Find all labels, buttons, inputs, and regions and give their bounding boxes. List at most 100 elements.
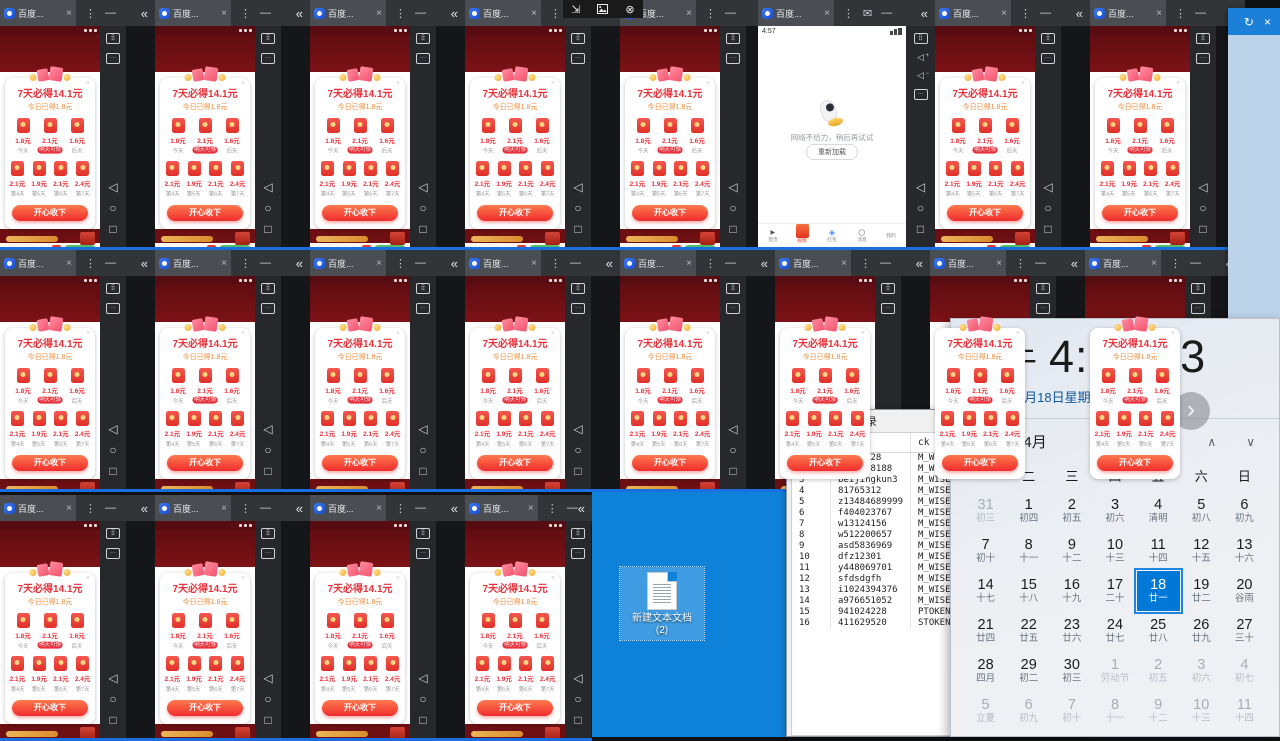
keyboard-icon[interactable]: ⣿ [881,283,895,294]
collapse-sidebar-icon[interactable]: « [296,256,303,271]
android-back-icon[interactable]: ◁ [573,181,582,193]
accept-red-packet-button[interactable]: 开心收下 [947,205,1023,221]
collapse-sidebar-icon[interactable]: « [921,6,928,21]
menu-icon[interactable]: ⋮ [1170,257,1181,270]
minimize-icon[interactable]: — [415,7,426,19]
calendar-day-cell[interactable]: 11 十四 [1223,691,1266,731]
popup-close-icon[interactable]: × [396,80,400,87]
android-recents-icon[interactable]: □ [574,465,581,477]
calendar-day-cell[interactable]: 8 十一 [1093,691,1136,731]
android-home-icon[interactable]: ○ [574,693,581,705]
more-tools-icon[interactable]: ··· [914,89,928,100]
popup-close-icon[interactable]: × [241,575,245,582]
popup-close-icon[interactable]: × [241,80,245,87]
calendar-day-cell[interactable]: 5 初八 [1180,491,1223,531]
android-back-icon[interactable]: ◁ [1043,181,1052,193]
android-back-icon[interactable]: ◁ [263,672,272,684]
calendar-day-cell[interactable]: 2 初五 [1137,651,1180,691]
calendar-day-cell[interactable]: 23 廿六 [1050,611,1093,651]
browser-tab[interactable]: 百度... × [1085,250,1161,276]
tab-close-icon[interactable]: × [66,503,72,514]
more-tools-icon[interactable]: ··· [571,548,585,559]
calendar-day-cell[interactable]: 6 初九 [1007,691,1050,731]
calendar-day-cell[interactable]: 3 初六 [1180,651,1223,691]
accept-red-packet-button[interactable]: 开心收下 [322,205,398,221]
tab-close-icon[interactable]: × [376,503,382,514]
accept-red-packet-button[interactable]: 开心收下 [322,700,398,716]
browser-tab[interactable]: 百度... × [310,495,386,521]
popup-close-icon[interactable]: × [551,330,555,337]
accept-red-packet-button[interactable]: 开心收下 [167,205,243,221]
accept-red-packet-button[interactable]: 开心收下 [12,205,88,221]
retry-button[interactable]: 重新加载 [806,144,858,160]
minimize-icon[interactable]: — [1190,257,1201,269]
calendar-day-cell[interactable]: 27 三十 [1223,611,1266,651]
browser-tab[interactable]: 百度... × [155,0,231,26]
accept-red-packet-button[interactable]: 开心收下 [322,455,398,471]
tab-close-icon[interactable]: × [376,8,382,19]
menu-icon[interactable]: ⋮ [550,257,561,270]
mail-icon[interactable]: ✉ [863,7,872,20]
calendar-day-cell[interactable]: 12 十五 [1180,531,1223,571]
browser-tab[interactable]: 百度... × [155,495,231,521]
android-home-icon[interactable]: ○ [419,693,426,705]
popup-close-icon[interactable]: × [241,330,245,337]
menu-icon[interactable]: ⋮ [85,502,96,515]
accept-red-packet-button[interactable]: 开心收下 [167,455,243,471]
android-back-icon[interactable]: ◁ [263,423,272,435]
android-back-icon[interactable]: ◁ [418,672,427,684]
calendar-day-cell[interactable]: 5 立夏 [964,691,1007,731]
android-recents-icon[interactable]: □ [419,223,426,235]
accept-red-packet-button[interactable]: 开心收下 [12,455,88,471]
minimize-icon[interactable]: — [567,502,578,514]
close-icon[interactable]: × [1264,15,1271,29]
more-tools-icon[interactable]: ··· [106,53,120,64]
minimize-icon[interactable]: — [415,257,426,269]
android-home-icon[interactable]: ○ [109,202,116,214]
browser-tab[interactable]: 百度... × [310,250,386,276]
collapse-sidebar-icon[interactable]: « [761,256,768,271]
popup-close-icon[interactable]: × [706,80,710,87]
calendar-day-cell[interactable]: 10 十三 [1093,531,1136,571]
calendar-prev-icon[interactable]: ∧ [1207,435,1216,449]
volume-down-icon[interactable]: ◁ [917,71,924,80]
collapse-sidebar-icon[interactable]: « [451,6,458,21]
android-back-icon[interactable]: ◁ [916,181,925,193]
calendar-day-cell[interactable]: 8 十一 [1007,531,1050,571]
tab-close-icon[interactable]: × [221,8,227,19]
minimize-icon[interactable]: — [105,257,116,269]
browser-tab[interactable]: 百度... × [935,0,1011,26]
minimize-icon[interactable]: — [880,257,891,269]
keyboard-icon[interactable]: ⣿ [726,283,740,294]
calendar-day-cell[interactable]: 20 谷雨 [1223,571,1266,611]
accept-red-packet-button[interactable]: 开心收下 [1102,205,1178,221]
minimize-icon[interactable]: — [881,7,892,19]
menu-icon[interactable]: ⋮ [547,502,558,515]
calendar-day-cell[interactable]: 7 初十 [964,531,1007,571]
more-tools-icon[interactable]: ··· [1196,53,1210,64]
more-tools-icon[interactable]: ··· [881,303,895,314]
calendar-day-cell[interactable]: 3 初六 [1093,491,1136,531]
tab-close-icon[interactable]: × [686,258,692,269]
tab-close-icon[interactable]: × [66,8,72,19]
tab-close-icon[interactable]: × [531,258,537,269]
collapse-sidebar-icon[interactable]: « [1071,256,1078,271]
collapse-sidebar-icon[interactable]: « [451,256,458,271]
popup-close-icon[interactable]: × [1021,80,1025,87]
keyboard-icon[interactable]: ⣿ [416,33,430,44]
tab-close-icon[interactable]: × [1001,8,1007,19]
popup-close-icon[interactable]: × [551,80,555,87]
android-home-icon[interactable]: ○ [109,693,116,705]
android-home-icon[interactable]: ○ [917,202,924,214]
refresh-icon[interactable]: ↻ [1244,15,1254,29]
keyboard-icon[interactable]: ⣿ [416,528,430,539]
android-home-icon[interactable]: ○ [264,202,271,214]
calendar-day-cell[interactable]: 7 初十 [1050,691,1093,731]
tab-close-icon[interactable]: × [841,258,847,269]
accept-red-packet-button[interactable]: 开心收下 [477,700,553,716]
browser-tab[interactable]: 百度... × [0,0,76,26]
calendar-day-cell[interactable]: 22 廿五 [1007,611,1050,651]
keyboard-icon[interactable]: ⣿ [106,33,120,44]
calendar-day-cell[interactable]: 25 廿八 [1137,611,1180,651]
accept-red-packet-button[interactable]: 开心收下 [632,205,708,221]
